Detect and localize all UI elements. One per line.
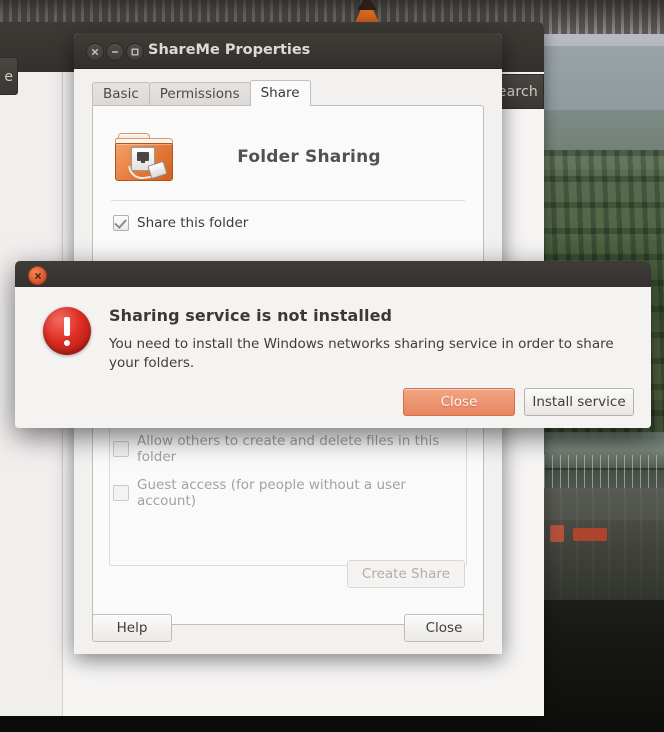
properties-footer: Help Close (92, 614, 484, 642)
properties-tabstrip: Basic Permissions Share (92, 80, 311, 106)
desktop-screen: e earch ShareMe Properties Basic Permiss… (0, 0, 664, 732)
help-button[interactable]: Help (92, 614, 172, 642)
share-this-folder-row[interactable]: Share this folder (113, 215, 467, 231)
create-share-row: Create Share (346, 560, 465, 588)
properties-minimize-icon[interactable] (106, 43, 124, 61)
tab-share[interactable]: Share (249, 80, 311, 106)
alert-message: You need to install the Windows networks… (109, 336, 614, 372)
wallpaper-cone-tip-shape (357, 0, 377, 10)
folder-sharing-header: Folder Sharing (109, 120, 467, 194)
sharing-service-alert-dialog: Sharing service is not installed You nee… (15, 261, 651, 428)
alert-close-button[interactable]: Close (403, 388, 515, 416)
properties-window-title: ShareMe Properties (148, 42, 311, 58)
shared-folder-icon (115, 131, 175, 183)
tab-permissions[interactable]: Permissions (148, 82, 251, 106)
alert-install-service-button[interactable]: Install service (524, 388, 634, 416)
alert-actions: Close Install service (403, 388, 634, 416)
alert-body: Sharing service is not installed You nee… (15, 287, 651, 428)
header-divider (111, 200, 465, 201)
wallpaper-truck (573, 528, 607, 541)
share-this-folder-checkbox[interactable] (113, 215, 129, 231)
alert-titlebar[interactable] (15, 261, 651, 287)
create-share-button[interactable]: Create Share (346, 560, 465, 588)
alert-heading: Sharing service is not installed (109, 306, 393, 325)
properties-maximize-icon[interactable] (126, 43, 144, 61)
properties-titlebar[interactable]: ShareMe Properties (74, 33, 502, 69)
folder-sharing-title: Folder Sharing (237, 147, 381, 167)
wallpaper-truck (550, 525, 564, 542)
background-toolbar-left-button[interactable]: e (0, 57, 18, 95)
error-icon (43, 307, 91, 355)
share-this-folder-label: Share this folder (137, 215, 249, 231)
tab-basic[interactable]: Basic (92, 82, 150, 106)
properties-close-button[interactable]: Close (404, 614, 484, 642)
alert-close-icon[interactable] (28, 266, 47, 285)
properties-close-icon[interactable] (86, 43, 104, 61)
